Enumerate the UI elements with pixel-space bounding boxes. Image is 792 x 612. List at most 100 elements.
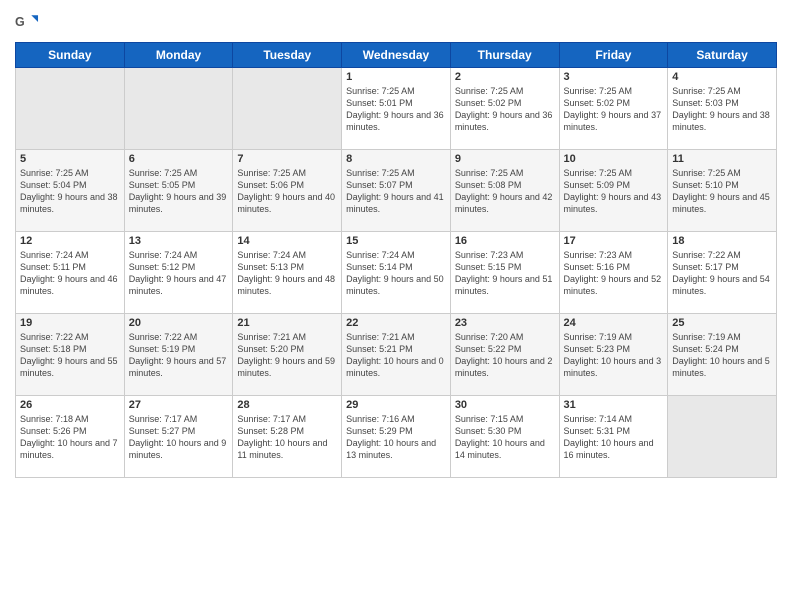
calendar-cell: 3 Sunrise: 7:25 AM Sunset: 5:02 PM Daylig… (559, 68, 668, 150)
day-info: Sunrise: 7:23 AM Sunset: 5:16 PM Dayligh… (564, 249, 664, 298)
calendar-week-0: 1Sunrise: 7:25 AM Sunset: 5:01 PM Daylig… (16, 68, 777, 150)
calendar-cell: 12Sunrise: 7:24 AM Sunset: 5:11 PM Dayli… (16, 232, 125, 314)
day-number: 30 (455, 399, 555, 411)
calendar-cell: 14 Sunrise: 7:24 AM Sunset: 5:13 PM Dayli… (233, 232, 342, 314)
calendar-cell: 25 Sunrise: 7:19 AM Sunset: 5:24 PM Dayli… (668, 314, 777, 396)
calendar-cell: 6 Sunrise: 7:25 AM Sunset: 5:05 PM Daylig… (124, 150, 233, 232)
day-number: 6 (129, 153, 229, 165)
calendar-cell: 24Sunrise: 7:19 AM Sunset: 5:23 PM Dayli… (559, 314, 668, 396)
day-number: 9 (455, 153, 555, 165)
calendar-cell: 31Sunrise: 7:14 AM Sunset: 5:31 PM Dayli… (559, 396, 668, 478)
day-info: Sunrise: 7:25 AM Sunset: 5:03 PM Dayligh… (672, 85, 772, 134)
weekday-header-monday: Monday (124, 43, 233, 68)
calendar-cell: 7 Sunrise: 7:25 AM Sunset: 5:06 PM Daylig… (233, 150, 342, 232)
logo: G (15, 10, 41, 34)
weekday-header-tuesday: Tuesday (233, 43, 342, 68)
day-number: 2 (455, 71, 555, 83)
day-info: Sunrise: 7:25 AM Sunset: 5:05 PM Dayligh… (129, 167, 229, 216)
header: G (15, 10, 777, 34)
calendar-cell: 17 Sunrise: 7:23 AM Sunset: 5:16 PM Dayli… (559, 232, 668, 314)
day-info: Sunrise: 7:22 AM Sunset: 5:19 PM Dayligh… (129, 331, 229, 380)
day-info: Sunrise: 7:17 AM Sunset: 5:27 PM Dayligh… (129, 413, 229, 462)
day-number: 7 (237, 153, 337, 165)
logo-icon: G (15, 10, 39, 34)
day-info: Sunrise: 7:24 AM Sunset: 5:12 PM Dayligh… (129, 249, 229, 298)
calendar-cell: 2 Sunrise: 7:25 AM Sunset: 5:02 PM Daylig… (450, 68, 559, 150)
day-number: 5 (20, 153, 120, 165)
day-info: Sunrise: 7:25 AM Sunset: 5:06 PM Dayligh… (237, 167, 337, 216)
day-info: Sunrise: 7:25 AM Sunset: 5:08 PM Dayligh… (455, 167, 555, 216)
weekday-header-row: SundayMondayTuesdayWednesdayThursdayFrid… (16, 43, 777, 68)
day-info: Sunrise: 7:21 AM Sunset: 5:21 PM Dayligh… (346, 331, 446, 380)
calendar-cell: 11 Sunrise: 7:25 AM Sunset: 5:10 PM Dayli… (668, 150, 777, 232)
day-info: Sunrise: 7:22 AM Sunset: 5:17 PM Dayligh… (672, 249, 772, 298)
page: G SundayMondayTuesdayWednesdayThursdayFr… (0, 0, 792, 612)
day-info: Sunrise: 7:15 AM Sunset: 5:30 PM Dayligh… (455, 413, 555, 462)
weekday-header-sunday: Sunday (16, 43, 125, 68)
calendar-cell: 13 Sunrise: 7:24 AM Sunset: 5:12 PM Dayli… (124, 232, 233, 314)
day-number: 17 (564, 235, 664, 247)
day-info: Sunrise: 7:25 AM Sunset: 5:02 PM Dayligh… (564, 85, 664, 134)
day-info: Sunrise: 7:24 AM Sunset: 5:11 PM Dayligh… (20, 249, 120, 298)
day-info: Sunrise: 7:25 AM Sunset: 5:02 PM Dayligh… (455, 85, 555, 134)
calendar-cell: 21Sunrise: 7:21 AM Sunset: 5:20 PM Dayli… (233, 314, 342, 396)
svg-text:G: G (15, 15, 25, 29)
day-number: 31 (564, 399, 664, 411)
day-number: 13 (129, 235, 229, 247)
day-number: 8 (346, 153, 446, 165)
day-number: 20 (129, 317, 229, 329)
calendar-body: 1Sunrise: 7:25 AM Sunset: 5:01 PM Daylig… (16, 68, 777, 478)
day-number: 28 (237, 399, 337, 411)
calendar-table: SundayMondayTuesdayWednesdayThursdayFrid… (15, 42, 777, 478)
day-number: 27 (129, 399, 229, 411)
day-number: 23 (455, 317, 555, 329)
day-info: Sunrise: 7:17 AM Sunset: 5:28 PM Dayligh… (237, 413, 337, 462)
day-number: 16 (455, 235, 555, 247)
day-info: Sunrise: 7:18 AM Sunset: 5:26 PM Dayligh… (20, 413, 120, 462)
weekday-header-thursday: Thursday (450, 43, 559, 68)
day-number: 3 (564, 71, 664, 83)
calendar-cell: 15 Sunrise: 7:24 AM Sunset: 5:14 PM Dayli… (342, 232, 451, 314)
day-info: Sunrise: 7:25 AM Sunset: 5:09 PM Dayligh… (564, 167, 664, 216)
day-number: 26 (20, 399, 120, 411)
day-info: Sunrise: 7:25 AM Sunset: 5:07 PM Dayligh… (346, 167, 446, 216)
day-number: 24 (564, 317, 664, 329)
calendar-cell: 8 Sunrise: 7:25 AM Sunset: 5:07 PM Daylig… (342, 150, 451, 232)
day-number: 10 (564, 153, 664, 165)
day-number: 15 (346, 235, 446, 247)
calendar-cell: 26 Sunrise: 7:18 AM Sunset: 5:26 PM Dayli… (16, 396, 125, 478)
day-info: Sunrise: 7:19 AM Sunset: 5:24 PM Dayligh… (672, 331, 772, 380)
calendar-week-2: 12Sunrise: 7:24 AM Sunset: 5:11 PM Dayli… (16, 232, 777, 314)
weekday-header-friday: Friday (559, 43, 668, 68)
day-number: 4 (672, 71, 772, 83)
calendar-week-4: 26 Sunrise: 7:18 AM Sunset: 5:26 PM Dayli… (16, 396, 777, 478)
day-number: 1 (346, 71, 446, 83)
calendar-cell: 9 Sunrise: 7:25 AM Sunset: 5:08 PM Daylig… (450, 150, 559, 232)
day-number: 18 (672, 235, 772, 247)
day-info: Sunrise: 7:24 AM Sunset: 5:14 PM Dayligh… (346, 249, 446, 298)
day-number: 14 (237, 235, 337, 247)
day-info: Sunrise: 7:22 AM Sunset: 5:18 PM Dayligh… (20, 331, 120, 380)
day-info: Sunrise: 7:20 AM Sunset: 5:22 PM Dayligh… (455, 331, 555, 380)
calendar-header: SundayMondayTuesdayWednesdayThursdayFrid… (16, 43, 777, 68)
day-info: Sunrise: 7:24 AM Sunset: 5:13 PM Dayligh… (237, 249, 337, 298)
calendar-cell (668, 396, 777, 478)
day-number: 11 (672, 153, 772, 165)
day-number: 21 (237, 317, 337, 329)
calendar-cell: 10 Sunrise: 7:25 AM Sunset: 5:09 PM Dayli… (559, 150, 668, 232)
day-number: 25 (672, 317, 772, 329)
day-info: Sunrise: 7:23 AM Sunset: 5:15 PM Dayligh… (455, 249, 555, 298)
calendar-cell: 27 Sunrise: 7:17 AM Sunset: 5:27 PM Dayli… (124, 396, 233, 478)
calendar-cell: 19Sunrise: 7:22 AM Sunset: 5:18 PM Dayli… (16, 314, 125, 396)
weekday-header-saturday: Saturday (668, 43, 777, 68)
day-info: Sunrise: 7:16 AM Sunset: 5:29 PM Dayligh… (346, 413, 446, 462)
calendar-cell: 5 Sunrise: 7:25 AM Sunset: 5:04 PM Daylig… (16, 150, 125, 232)
calendar-cell: 30 Sunrise: 7:15 AM Sunset: 5:30 PM Dayli… (450, 396, 559, 478)
day-info: Sunrise: 7:25 AM Sunset: 5:10 PM Dayligh… (672, 167, 772, 216)
calendar-cell (16, 68, 125, 150)
calendar-cell: 16 Sunrise: 7:23 AM Sunset: 5:15 PM Dayli… (450, 232, 559, 314)
day-info: Sunrise: 7:25 AM Sunset: 5:04 PM Dayligh… (20, 167, 120, 216)
calendar-cell: 23 Sunrise: 7:20 AM Sunset: 5:22 PM Dayli… (450, 314, 559, 396)
calendar-cell: 1Sunrise: 7:25 AM Sunset: 5:01 PM Daylig… (342, 68, 451, 150)
calendar-cell (233, 68, 342, 150)
